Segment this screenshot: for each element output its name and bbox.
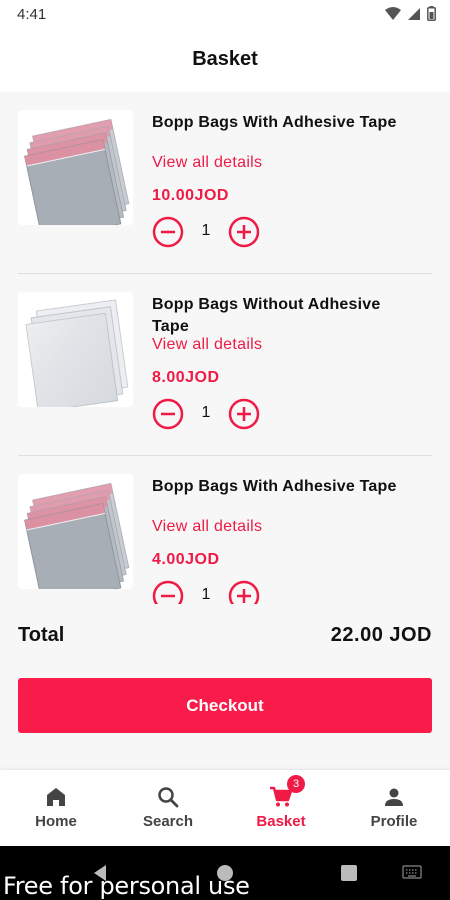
nav-label: Home [35, 813, 77, 830]
status-bar: 4:41 [0, 0, 450, 30]
battery-icon [427, 6, 436, 21]
product-price: 4.00JOD [152, 551, 220, 568]
quantity-value: 1 [201, 586, 211, 603]
status-time: 4:41 [17, 6, 47, 23]
basket-count-badge: 3 [287, 775, 305, 793]
product-price: 8.00JOD [152, 369, 220, 386]
cellular-icon [408, 7, 420, 20]
basket-item: Bopp Bags With Adhesive Tape View all de… [18, 92, 432, 274]
product-name: Bopp Bags Without Adhesive Tape [152, 296, 381, 335]
product-price: 10.00JOD [152, 187, 229, 204]
nav-item-profile[interactable]: Profile [338, 770, 450, 846]
quantity-stepper: 1 [152, 580, 262, 604]
person-icon [385, 788, 403, 806]
nav-item-basket[interactable]: 3 Basket [225, 770, 337, 846]
wifi-icon [385, 6, 401, 20]
basket-content: Bopp Bags With Adhesive Tape View all de… [0, 92, 450, 770]
product-image[interactable] [18, 110, 133, 225]
minus-circle-icon[interactable] [152, 580, 184, 604]
plus-circle-icon[interactable] [228, 398, 260, 430]
checkout-button[interactable]: Checkout [18, 678, 432, 733]
basket-item: Bopp Bags With Adhesive Tape View all de… [18, 456, 432, 604]
nav-label: Profile [370, 813, 418, 830]
product-name: Bopp Bags With Adhesive Tape [152, 478, 397, 495]
view-details-link[interactable]: View all details [152, 518, 262, 536]
bottom-nav: Home Search 3 Basket Profile [0, 770, 450, 846]
quantity-stepper: 1 [152, 216, 262, 248]
basket-item: Bopp Bags Without Adhesive Tape View all… [18, 274, 432, 456]
view-details-link[interactable]: View all details [152, 154, 262, 172]
home-icon [47, 788, 65, 806]
product-name: Bopp Bags With Adhesive Tape [152, 114, 397, 131]
total-row: Total 22.00 JOD [18, 622, 432, 652]
quantity-stepper: 1 [152, 398, 262, 430]
status-icons [385, 6, 436, 21]
page-title: Basket [192, 48, 258, 70]
nav-label: Search [142, 813, 194, 830]
product-image[interactable] [18, 474, 133, 589]
nav-item-search[interactable]: Search [112, 770, 224, 846]
minus-circle-icon[interactable] [152, 216, 184, 248]
plus-circle-icon[interactable] [228, 216, 260, 248]
basket-list[interactable]: Bopp Bags With Adhesive Tape View all de… [0, 92, 450, 604]
nav-label: Basket [256, 813, 306, 830]
keyboard-icon[interactable] [402, 864, 422, 880]
nav-item-home[interactable]: Home [0, 770, 112, 846]
product-image[interactable] [18, 292, 133, 407]
quantity-value: 1 [201, 404, 211, 421]
recents-icon[interactable] [340, 864, 358, 882]
plus-circle-icon[interactable] [228, 580, 260, 604]
quantity-value: 1 [201, 222, 211, 239]
total-value: 22.00 JOD [330, 624, 432, 646]
minus-circle-icon[interactable] [152, 398, 184, 430]
search-icon [158, 787, 179, 808]
app-bar: Basket [0, 30, 450, 92]
total-label: Total [18, 624, 65, 646]
watermark-text: Free for personal use [3, 872, 250, 900]
view-details-link[interactable]: View all details [152, 336, 262, 354]
